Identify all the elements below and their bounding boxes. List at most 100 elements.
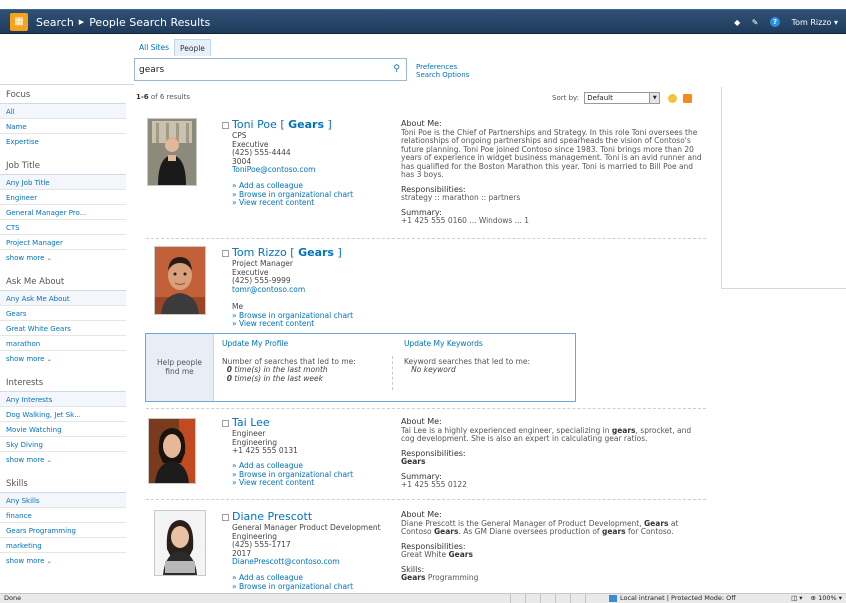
week-label: time(s) in the last week <box>232 373 324 383</box>
refiner-focus-name[interactable]: Name <box>0 118 126 133</box>
zoom-control[interactable]: ⊕ 100% ▾ <box>811 594 842 603</box>
select-checkbox[interactable] <box>222 420 229 427</box>
refiner-focus-all[interactable]: All <box>0 103 126 118</box>
person-name-link[interactable]: Diane Prescott <box>232 510 312 523</box>
person-name-link[interactable]: Toni Poe [ Gears ] <box>232 118 332 131</box>
refiner-jobtitle-pm[interactable]: Project Manager <box>0 234 126 249</box>
refiner-skills-show-more[interactable]: show more ⌄ <box>0 552 126 567</box>
about-part: for Contoso. <box>625 527 674 536</box>
breadcrumb-search[interactable]: Search <box>36 16 74 29</box>
about-keyword: Gears <box>434 527 459 536</box>
recent-content-link[interactable]: » View recent content <box>232 198 353 208</box>
update-keywords-link[interactable]: Update My Keywords <box>404 339 574 349</box>
refiner-skills-any[interactable]: Any Skills <box>0 492 126 507</box>
refiner-jobtitle-cts[interactable]: CTS <box>0 219 126 234</box>
person-actions: Me » Browse in organizational chart » Vi… <box>232 302 353 329</box>
user-menu[interactable]: Tom Rizzo ▾ <box>792 18 838 27</box>
person-details: General Manager Product Development Engi… <box>232 523 381 567</box>
browser-status-bar: Done Local intranet | Protected Mode: Of… <box>0 593 846 603</box>
update-profile-link[interactable]: Update My Profile <box>222 339 392 349</box>
site-logo-icon[interactable]: ▦ <box>10 13 28 31</box>
refiner-askme-great-white[interactable]: Great White Gears <box>0 320 126 335</box>
email-link[interactable]: ToniPoe@contoso.com <box>232 165 315 175</box>
tab-people[interactable]: People <box>174 39 211 56</box>
refiner-askme-any[interactable]: Any Ask Me About <box>0 290 126 305</box>
person-name: Toni Poe <box>232 118 277 131</box>
portrait-tai-icon <box>149 419 195 483</box>
alert-me-icon[interactable] <box>668 93 678 103</box>
person-details: Project Manager Executive (425) 555-9999… <box>232 259 305 295</box>
refiner-focus-expertise[interactable]: Expertise <box>0 133 126 148</box>
rss-icon[interactable] <box>682 93 692 103</box>
status-cell <box>570 594 585 603</box>
email-link[interactable]: tomr@contoso.com <box>232 285 305 295</box>
refinement-panel: Focus All Name Expertise Job Title Any J… <box>0 87 126 567</box>
status-cells <box>510 594 600 603</box>
person-name-link[interactable]: Tai Lee <box>232 416 270 429</box>
phone: (425) 555-1717 <box>232 540 291 549</box>
refiner-jobtitle-engineer[interactable]: Engineer <box>0 189 126 204</box>
select-checkbox[interactable] <box>222 250 229 257</box>
refiner-skills-gears-programming[interactable]: Gears Programming <box>0 522 126 537</box>
profile-photo-tom[interactable] <box>154 246 206 315</box>
refiner-interests-title: Interests <box>6 378 44 388</box>
tag-icon[interactable]: ◆ <box>734 18 740 27</box>
sort-select[interactable]: Default ▼ <box>584 92 661 104</box>
skills-keyword: Gears <box>401 573 426 582</box>
preferences-link[interactable]: Preferences <box>416 63 469 71</box>
email-link[interactable]: DianePrescott@contoso.com <box>232 557 381 567</box>
profile-photo-toni[interactable] <box>147 118 197 186</box>
refiner-skills-marketing[interactable]: marketing <box>0 537 126 552</box>
profile-photo-tai[interactable] <box>148 418 196 484</box>
recent-content-link[interactable]: » View recent content <box>232 478 353 488</box>
refiner-jobtitle-title: Job Title <box>6 161 41 171</box>
refiner-skills-finance[interactable]: finance <box>0 507 126 522</box>
about-text: Toni Poe is the Chief of Partnerships an… <box>401 127 702 179</box>
portrait-toni-icon <box>148 119 196 185</box>
search-input[interactable] <box>135 60 375 80</box>
refiner-interests-movie[interactable]: Movie Watching <box>0 421 126 436</box>
phone: +1 425 555 0131 <box>232 446 298 455</box>
resp-part: Great White <box>401 550 449 559</box>
help-people-find-me-panel: Help people find me Update My Profile Num… <box>145 333 576 402</box>
breadcrumb: Search ▶ People Search Results <box>36 16 210 29</box>
result-count: 1-6 of 6 results <box>136 93 190 101</box>
refiner-focus-title: Focus <box>6 90 31 100</box>
sort-label: Sort by: <box>552 94 580 102</box>
person-name-link[interactable]: Tom Rizzo [ Gears ] <box>232 246 342 259</box>
person-details: CPS Executive (425) 555-4444 3004 ToniPo… <box>232 131 315 175</box>
profile-photo-diane[interactable] <box>154 510 206 576</box>
help-icon[interactable]: ? <box>770 17 781 27</box>
security-zone[interactable]: Local intranet | Protected Mode: Off <box>609 594 736 603</box>
org-chart-link[interactable]: » Browse in organizational chart <box>232 582 353 592</box>
about-section: About Me: Diane Prescott is the General … <box>401 510 706 583</box>
search-button-icon[interactable]: ⚲ <box>393 64 400 74</box>
about-section: About Me: Toni Poe is the Chief of Partn… <box>401 119 706 226</box>
refiner-askme-marathon[interactable]: marathon <box>0 335 126 350</box>
status-cell <box>555 594 570 603</box>
refiner-askme-gears[interactable]: Gears <box>0 305 126 320</box>
select-checkbox[interactable] <box>222 122 229 129</box>
select-checkbox[interactable] <box>222 514 229 521</box>
left-header-divider <box>0 57 134 85</box>
refiner-interests-dog[interactable]: Dog Walking, Jet Sk... <box>0 406 126 421</box>
recent-content-link[interactable]: » View recent content <box>232 319 353 329</box>
notes-icon[interactable]: ✎ <box>752 18 759 27</box>
refiner-jobtitle-show-more[interactable]: show more ⌄ <box>0 249 126 264</box>
refiner-interests-any[interactable]: Any Interests <box>0 391 126 406</box>
refiner-interests-sky[interactable]: Sky Diving <box>0 436 126 451</box>
person-name: Diane Prescott <box>232 510 313 523</box>
skills-part: Programming <box>425 573 479 582</box>
profile-stats: Update My Profile Number of searches tha… <box>222 339 392 383</box>
refiner-askme-show-more[interactable]: show more ⌄ <box>0 350 126 365</box>
help-label-line2: find me <box>165 367 194 376</box>
page-settings-icon[interactable]: ◫ ▾ <box>791 594 802 603</box>
tab-all-sites[interactable]: All Sites <box>134 39 174 56</box>
result-range: 1-6 <box>136 93 149 101</box>
match-keyword: Gears <box>298 246 334 259</box>
search-options-link[interactable]: Search Options <box>416 71 469 79</box>
refiner-interests-show-more[interactable]: show more ⌄ <box>0 451 126 466</box>
refiner-jobtitle-gm[interactable]: General Manager Pro... <box>0 204 126 219</box>
chevron-down-icon: ⌄ <box>46 255 52 262</box>
refiner-jobtitle-any[interactable]: Any Job Title <box>0 174 126 189</box>
